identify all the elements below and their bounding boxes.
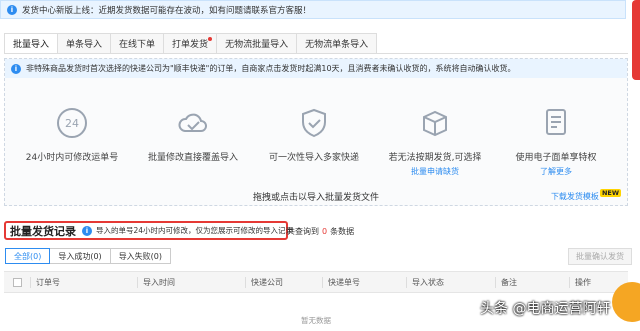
learn-more-link[interactable]: 了解更多	[501, 166, 611, 177]
info-icon: i	[7, 4, 17, 15]
watermark-text: 头条 @电商运营阿轩	[480, 301, 611, 317]
info-icon: i	[11, 63, 21, 74]
col-action: 操作	[575, 278, 591, 287]
batch-confirm-button[interactable]: 批量确认发货	[568, 248, 632, 265]
col-import-status: 导入状态	[412, 278, 444, 287]
column-divider	[322, 277, 323, 288]
import-tabs: 批量导入 单条导入 在线下单 打单发货 无物流批量导入 无物流单条导入	[4, 33, 378, 54]
column-divider	[569, 277, 570, 288]
tab-no-logistics-single[interactable]: 无物流单条导入	[297, 33, 378, 54]
column-divider	[137, 277, 138, 288]
col-import-time: 导入时间	[143, 278, 175, 287]
tab-batch-import[interactable]: 批量导入	[4, 33, 59, 54]
info-icon: i	[82, 225, 92, 236]
package-icon	[423, 110, 447, 137]
column-divider	[245, 277, 246, 288]
select-all-checkbox[interactable]	[13, 278, 22, 287]
notice-bar: i 发货中心新版上线：近期发货数据可能存在波动，如有问题请联系官方客服！	[0, 0, 626, 19]
tab-no-logistics-batch[interactable]: 无物流批量导入	[217, 33, 298, 54]
upload-dropzone[interactable]: i 非特殊商品发货时首次选择的快递公司为"顺丰快递"的订单，自商家点击发货时起满…	[4, 58, 628, 206]
clock-24-icon: 24	[57, 108, 87, 138]
col-tracking-no: 快递单号	[328, 278, 360, 287]
apply-stockout-link[interactable]: 批量申请缺货	[380, 166, 490, 177]
table-header: 订单号 导入时间 快递公司 快递单号 导入状态 备注 操作	[4, 271, 628, 293]
upload-tip: i 非特殊商品发货时首次选择的快递公司为"顺丰快递"的订单，自商家点击发货时起满…	[5, 59, 627, 78]
subtab-all[interactable]: 全部(0)	[5, 248, 51, 264]
column-divider	[30, 277, 31, 288]
shield-check-icon	[302, 108, 326, 138]
feature-e-waybill: 使用电子面单享特权 了解更多	[501, 106, 611, 177]
status-subtabs: 全部(0) 导入成功(0) 导入失败(0)	[5, 248, 172, 264]
side-float-tab[interactable]	[632, 0, 640, 80]
column-divider	[406, 277, 407, 288]
tab-single-import[interactable]: 单条导入	[58, 33, 112, 54]
cloud-check-icon	[178, 113, 207, 132]
feature-overwrite: 批量修改直接覆盖导入	[138, 106, 248, 163]
download-template-link[interactable]: 下载发货模板 NEW	[551, 189, 621, 202]
svg-text:24: 24	[65, 117, 79, 130]
new-dot	[208, 37, 213, 41]
column-divider	[495, 277, 496, 288]
upload-hint: 拖拽或点击以导入批量发货文件	[252, 193, 379, 203]
col-order-no: 订单号	[36, 278, 60, 287]
subtab-success[interactable]: 导入成功(0)	[49, 248, 111, 264]
records-header: 批量发货记录 i 导入的单号24小时内可修改，仅为您展示可修改的导入记录	[4, 221, 293, 240]
notice-text: 发货中心新版上线：近期发货数据可能存在波动，如有问题请联系官方客服！	[22, 5, 312, 16]
col-carrier: 快递公司	[251, 278, 283, 287]
col-remark: 备注	[501, 278, 517, 287]
feature-stockout: 若无法按期发货,可选择 批量申请缺货	[380, 106, 490, 177]
records-title: 批量发货记录	[10, 224, 76, 238]
new-badge: NEW	[599, 189, 621, 197]
subtab-failed[interactable]: 导入失败(0)	[109, 248, 172, 264]
tab-print-ship[interactable]: 打单发货	[164, 33, 218, 54]
feature-modify-24h: 24 24小时内可修改运单号	[17, 106, 127, 163]
records-note: 导入的单号24小时内可修改，仅为您展示可修改的导入记录	[96, 226, 294, 235]
query-count: 共查询到 0 条数据	[287, 227, 355, 236]
tab-online-order[interactable]: 在线下单	[111, 33, 165, 54]
tabs-divider	[4, 53, 628, 54]
feature-multi-carrier: 可一次性导入多家快递	[259, 106, 369, 163]
document-icon	[546, 109, 566, 135]
